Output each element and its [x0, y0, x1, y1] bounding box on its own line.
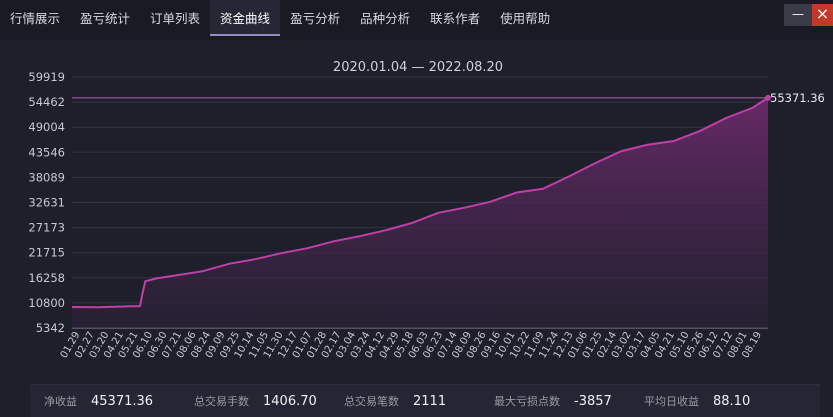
tab-pnl-analysis[interactable]: 盈亏分析 — [280, 0, 350, 36]
stat-label: 最大亏损点数 — [494, 395, 560, 408]
tab-order-list[interactable]: 订单列表 — [140, 0, 210, 36]
y-axis: 5342 10800 16258 21715 27173 32631 38089 43546 4… — [28, 70, 65, 335]
y-tick-label: 5342 — [36, 321, 65, 335]
top-toolbar: 行情展示 盈亏统计 订单列表 资金曲线 盈亏分析 品种分析 联系作者 使用帮助 … — [0, 0, 833, 41]
close-button[interactable]: × — [812, 4, 833, 26]
tab-help[interactable]: 使用帮助 — [490, 0, 560, 36]
tab-bar: 行情展示 盈亏统计 订单列表 资金曲线 盈亏分析 品种分析 联系作者 使用帮助 — [0, 0, 560, 36]
equity-area — [72, 97, 768, 329]
y-tick-label: 16258 — [28, 271, 65, 285]
tab-market-view[interactable]: 行情展示 — [0, 0, 70, 36]
y-tick-label: 32631 — [28, 195, 65, 209]
y-tick-label: 49004 — [28, 120, 65, 134]
stat-label: 总交易手数 — [194, 395, 249, 408]
y-tick-label: 10800 — [28, 296, 65, 310]
stat-label: 平均日收益 — [644, 395, 699, 408]
tab-symbol-analysis[interactable]: 品种分析 — [350, 0, 420, 36]
tab-equity-curve[interactable]: 资金曲线 — [210, 0, 281, 36]
stat-label: 净收益 — [44, 395, 77, 408]
stat-value: 1406.70 — [263, 393, 317, 409]
stat-label: 总交易笔数 — [344, 395, 399, 408]
stat-avg-daily-profit: 平均日收益 88.10 — [630, 393, 780, 409]
stat-max-loss-points: 最大亏损点数 -3857 — [480, 393, 630, 409]
tab-contact-author[interactable]: 联系作者 — [420, 0, 490, 36]
stat-net-profit: 净收益 45371.36 — [30, 393, 180, 409]
tab-pnl-stats[interactable]: 盈亏统计 — [70, 0, 140, 36]
summary-stats-bar: 净收益 45371.36 总交易手数 1406.70 总交易笔数 2111 最大… — [30, 384, 820, 417]
y-tick-label: 27173 — [28, 221, 65, 235]
max-value-label: 55371.36 — [770, 91, 825, 105]
stat-total-lots: 总交易手数 1406.70 — [180, 393, 330, 409]
y-tick-label: 54462 — [28, 95, 65, 109]
equity-chart-panel: 2020.01.04 — 2022.08.20 5342 10800 16258 21… — [0, 40, 833, 370]
minimize-button[interactable]: — — [784, 4, 812, 26]
x-axis: 01.2902.2703.2004.2105.2106.1006.3007.21… — [59, 330, 764, 360]
series-layer: 55371.36 — [71, 91, 825, 329]
chart-title: 2020.01.04 — 2022.08.20 — [333, 60, 503, 75]
y-tick-label: 38089 — [28, 170, 65, 184]
stat-value: 88.10 — [713, 393, 751, 409]
equity-curve-chart: 2020.01.04 — 2022.08.20 5342 10800 16258 21… — [28, 60, 825, 360]
stat-value: 45371.36 — [91, 393, 154, 409]
stat-total-trades: 总交易笔数 2111 — [330, 393, 480, 409]
y-tick-label: 21715 — [28, 246, 65, 260]
stat-value: -3857 — [574, 393, 612, 409]
y-tick-label: 43546 — [28, 145, 65, 159]
stat-value: 2111 — [413, 393, 447, 409]
y-tick-label: 59919 — [28, 70, 65, 84]
